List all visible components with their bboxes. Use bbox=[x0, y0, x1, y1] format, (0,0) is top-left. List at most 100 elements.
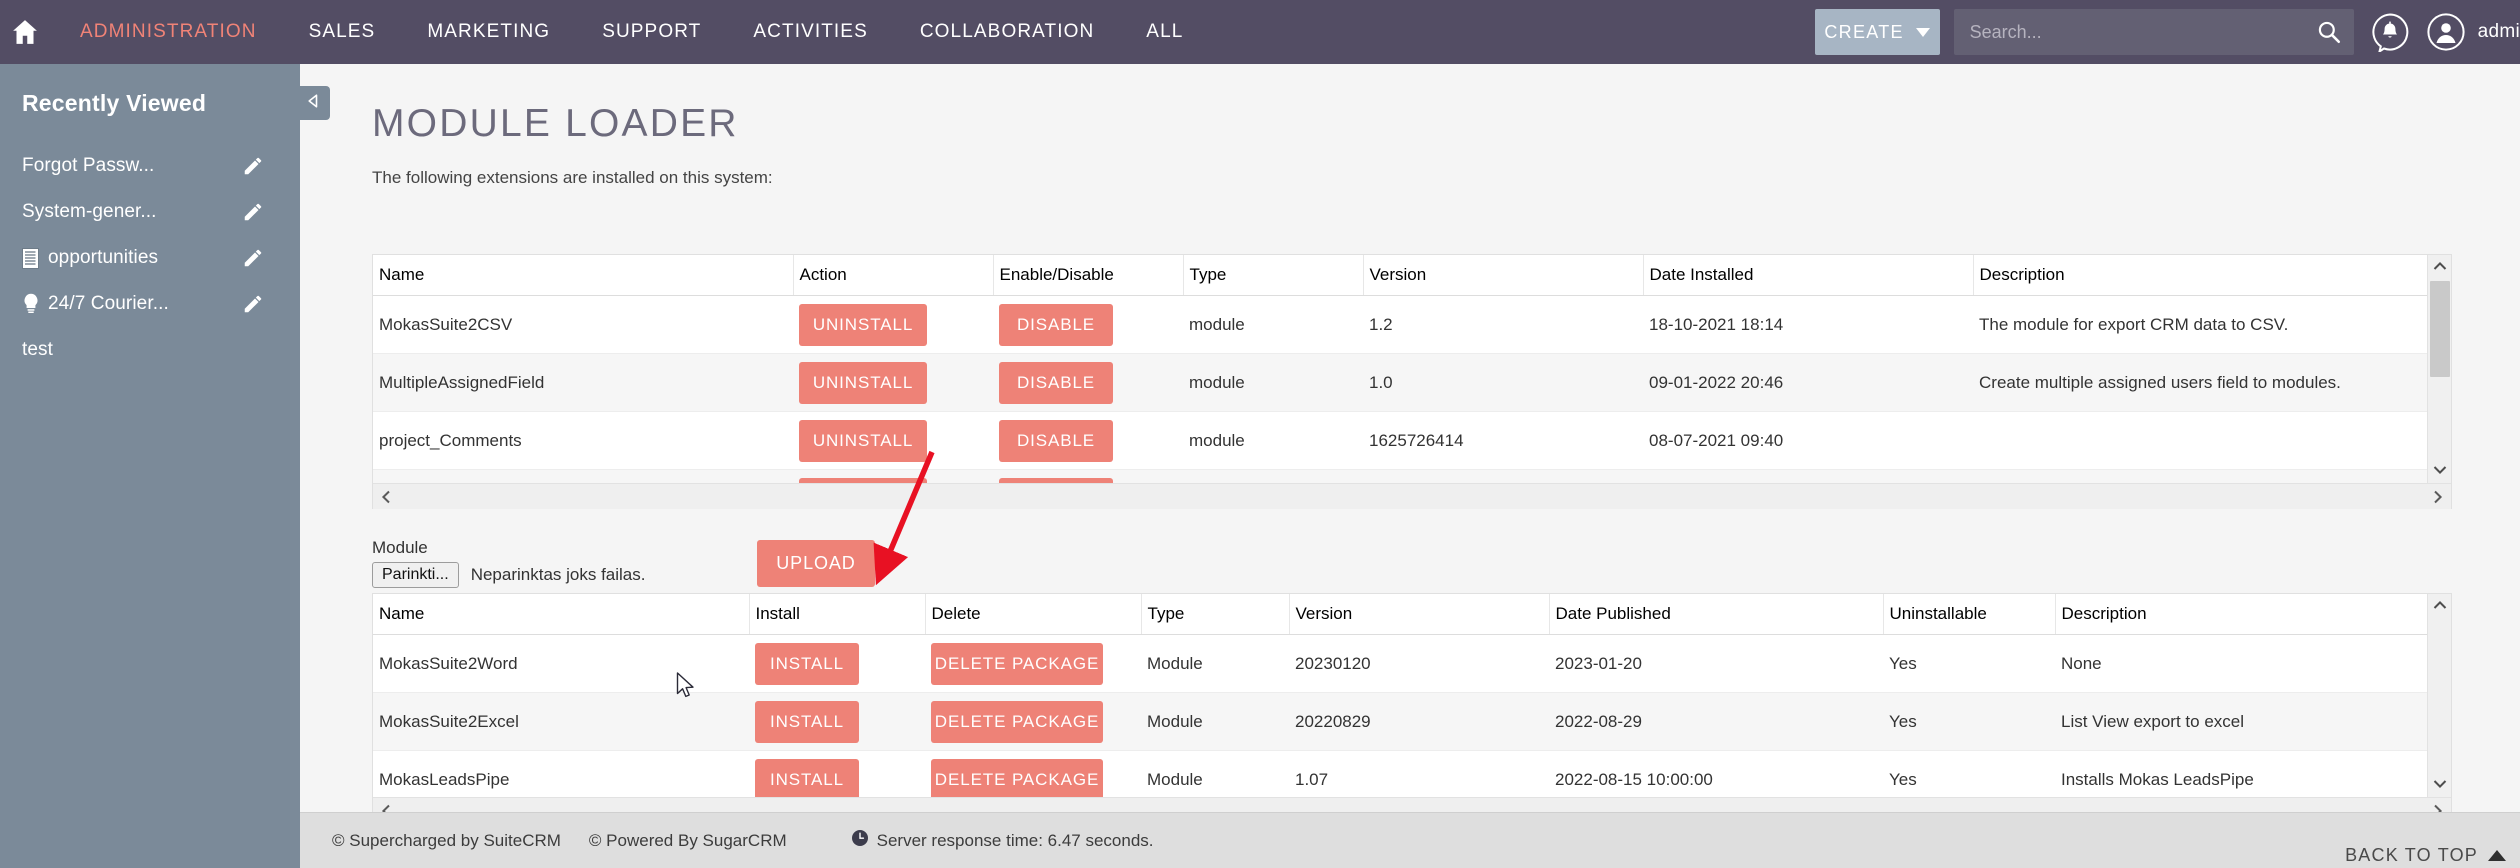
cell-action: UNINSTALL bbox=[793, 469, 993, 483]
pencil-icon[interactable] bbox=[242, 201, 264, 223]
install-button[interactable]: INSTALL bbox=[755, 642, 859, 685]
search-input[interactable] bbox=[1953, 9, 2354, 55]
sidebar-item-forgot-password[interactable]: Forgot Passw... bbox=[0, 143, 300, 189]
cell-version: 1.0 bbox=[1363, 353, 1643, 412]
cell-enable: DISABLE bbox=[993, 295, 1183, 354]
cell-install: INSTALL bbox=[749, 692, 925, 751]
table-row: project_Comments UNINSTALL DISABLE modul… bbox=[373, 411, 2451, 470]
top-navigation-bar: ADMINISTRATION SALES MARKETING SUPPORT A… bbox=[0, 0, 2520, 64]
pencil-icon[interactable] bbox=[242, 247, 264, 269]
scroll-left-icon[interactable] bbox=[381, 490, 391, 504]
cell-name: MokasLeadsPipe bbox=[373, 750, 749, 797]
cell-uninstallable: Yes bbox=[1883, 634, 2055, 693]
disable-button[interactable]: DISABLE bbox=[999, 303, 1113, 346]
cell-type: module bbox=[1183, 469, 1363, 483]
install-button[interactable]: INSTALL bbox=[755, 758, 859, 797]
uninstall-button[interactable]: UNINSTALL bbox=[799, 419, 927, 462]
nav-link-all[interactable]: ALL bbox=[1120, 0, 1209, 64]
installed-table-horizontal-scrollbar[interactable] bbox=[373, 483, 2451, 509]
uninstall-button[interactable]: UNINSTALL bbox=[799, 361, 927, 404]
delete-package-button[interactable]: DELETE PACKAGE bbox=[931, 758, 1103, 797]
col-enable-disable: Enable/Disable bbox=[992, 255, 1183, 296]
cell-type: Module bbox=[1141, 750, 1289, 797]
cell-version: 20220829 bbox=[1289, 692, 1549, 751]
col-description: Description bbox=[1972, 255, 2451, 296]
cell-delete: DELETE PACKAGE bbox=[925, 692, 1141, 751]
footer-supercharged-label: © Supercharged by SuiteCRM bbox=[332, 830, 561, 850]
nav-link-support[interactable]: SUPPORT bbox=[576, 0, 727, 64]
installed-extensions-table: Name Action Enable/Disable Type Version … bbox=[373, 255, 2451, 483]
nav-link-sales[interactable]: SALES bbox=[283, 0, 402, 64]
sidebar-collapse-button[interactable] bbox=[296, 86, 330, 120]
sidebar: Recently Viewed Forgot Passw... System-g… bbox=[0, 64, 300, 868]
col-description: Description bbox=[2054, 594, 2451, 635]
home-icon[interactable] bbox=[10, 17, 40, 47]
packages-table-vertical-scrollbar[interactable] bbox=[2427, 594, 2451, 797]
notification-bell-icon[interactable] bbox=[2370, 12, 2410, 52]
installed-extensions-panel: Name Action Enable/Disable Type Version … bbox=[372, 254, 2452, 509]
create-button[interactable]: CREATE bbox=[1814, 9, 1940, 55]
cell-date: 2023-01-20 bbox=[1549, 634, 1883, 693]
packages-table-scroll-area: Name Install Delete Type Version Date Pu… bbox=[373, 594, 2451, 797]
nav-link-collaboration[interactable]: COLLABORATION bbox=[894, 0, 1120, 64]
intro-text: The following extensions are installed o… bbox=[372, 168, 773, 187]
col-delete: Delete bbox=[924, 594, 1141, 635]
cell-delete: DELETE PACKAGE bbox=[925, 634, 1141, 693]
table-row: MokasSuite2CSV UNINSTALL DISABLE module … bbox=[373, 295, 2451, 354]
document-icon bbox=[22, 247, 48, 269]
table-row: project_Test UNINSTALL DISABLE module 16… bbox=[373, 469, 2451, 483]
scroll-up-icon[interactable] bbox=[2428, 255, 2451, 277]
disable-button[interactable]: DISABLE bbox=[999, 361, 1113, 404]
cell-uninstallable: Yes bbox=[1883, 750, 2055, 797]
cell-date: 09-01-2022 20:46 bbox=[1643, 353, 1973, 412]
cell-action: UNINSTALL bbox=[793, 353, 993, 412]
cell-date: 2022-08-15 10:00:00 bbox=[1549, 750, 1883, 797]
col-version: Version bbox=[1288, 594, 1549, 635]
cell-description bbox=[1973, 469, 2451, 483]
sidebar-item-24-7-courier[interactable]: 24/7 Courier... bbox=[0, 281, 300, 327]
cell-description: The module for export CRM data to CSV. bbox=[1973, 295, 2451, 354]
cell-name: MokasSuite2Word bbox=[373, 634, 749, 693]
sidebar-item-label: 24/7 Courier... bbox=[48, 293, 169, 314]
delete-package-button[interactable]: DELETE PACKAGE bbox=[931, 700, 1103, 743]
search-box[interactable] bbox=[1953, 9, 2354, 55]
scroll-up-icon[interactable] bbox=[2428, 594, 2451, 616]
pencil-icon[interactable] bbox=[242, 293, 264, 315]
nav-link-marketing[interactable]: MARKETING bbox=[401, 0, 576, 64]
scroll-down-icon[interactable] bbox=[2428, 773, 2451, 795]
footer-powered-label: © Powered By SugarCRM bbox=[588, 830, 787, 850]
cell-action: UNINSTALL bbox=[793, 295, 993, 354]
scroll-right-icon[interactable] bbox=[2433, 490, 2443, 504]
cell-type: module bbox=[1183, 353, 1363, 412]
footer-server-time-wrap: Server response time: 6.47 seconds. bbox=[851, 829, 1154, 852]
install-button[interactable]: INSTALL bbox=[755, 700, 859, 743]
disable-button[interactable]: DISABLE bbox=[999, 419, 1113, 462]
sidebar-item-system-generated[interactable]: System-gener... bbox=[0, 189, 300, 235]
cell-name: project_Test bbox=[373, 469, 793, 483]
cell-date: 08-07-2021 09:41 bbox=[1643, 469, 1973, 483]
table-header-row: Name Action Enable/Disable Type Version … bbox=[373, 255, 2451, 296]
back-to-top-button[interactable]: BACK TO TOP bbox=[2345, 845, 2506, 866]
delete-package-button[interactable]: DELETE PACKAGE bbox=[931, 642, 1103, 685]
nav-link-activities[interactable]: ACTIVITIES bbox=[727, 0, 893, 64]
col-type: Type bbox=[1140, 594, 1289, 635]
user-avatar-icon[interactable] bbox=[2426, 12, 2466, 52]
sidebar-item-opportunities[interactable]: opportunities bbox=[0, 235, 300, 281]
nav-link-administration[interactable]: ADMINISTRATION bbox=[54, 0, 283, 64]
uninstall-button[interactable]: UNINSTALL bbox=[799, 303, 927, 346]
installed-table-vertical-scrollbar[interactable] bbox=[2427, 255, 2451, 483]
sidebar-item-test[interactable]: test bbox=[0, 327, 300, 373]
user-name-label[interactable]: admi bbox=[2478, 21, 2520, 43]
sidebar-title: Recently Viewed bbox=[22, 90, 207, 116]
search-icon[interactable] bbox=[2316, 19, 2342, 45]
create-button-label: CREATE bbox=[1824, 21, 1904, 42]
packages-table-panel: Name Install Delete Type Version Date Pu… bbox=[372, 593, 2452, 823]
scroll-down-icon[interactable] bbox=[2428, 459, 2451, 481]
cell-version: 20230120 bbox=[1289, 634, 1549, 693]
col-version: Version bbox=[1362, 255, 1643, 296]
footer-server-time-label: Server response time: 6.47 seconds. bbox=[876, 830, 1154, 850]
main-nav-links: ADMINISTRATION SALES MARKETING SUPPORT A… bbox=[54, 0, 1209, 64]
pencil-icon[interactable] bbox=[242, 155, 264, 177]
chevron-up-icon bbox=[2488, 850, 2506, 861]
scrollbar-thumb[interactable] bbox=[2430, 281, 2450, 377]
